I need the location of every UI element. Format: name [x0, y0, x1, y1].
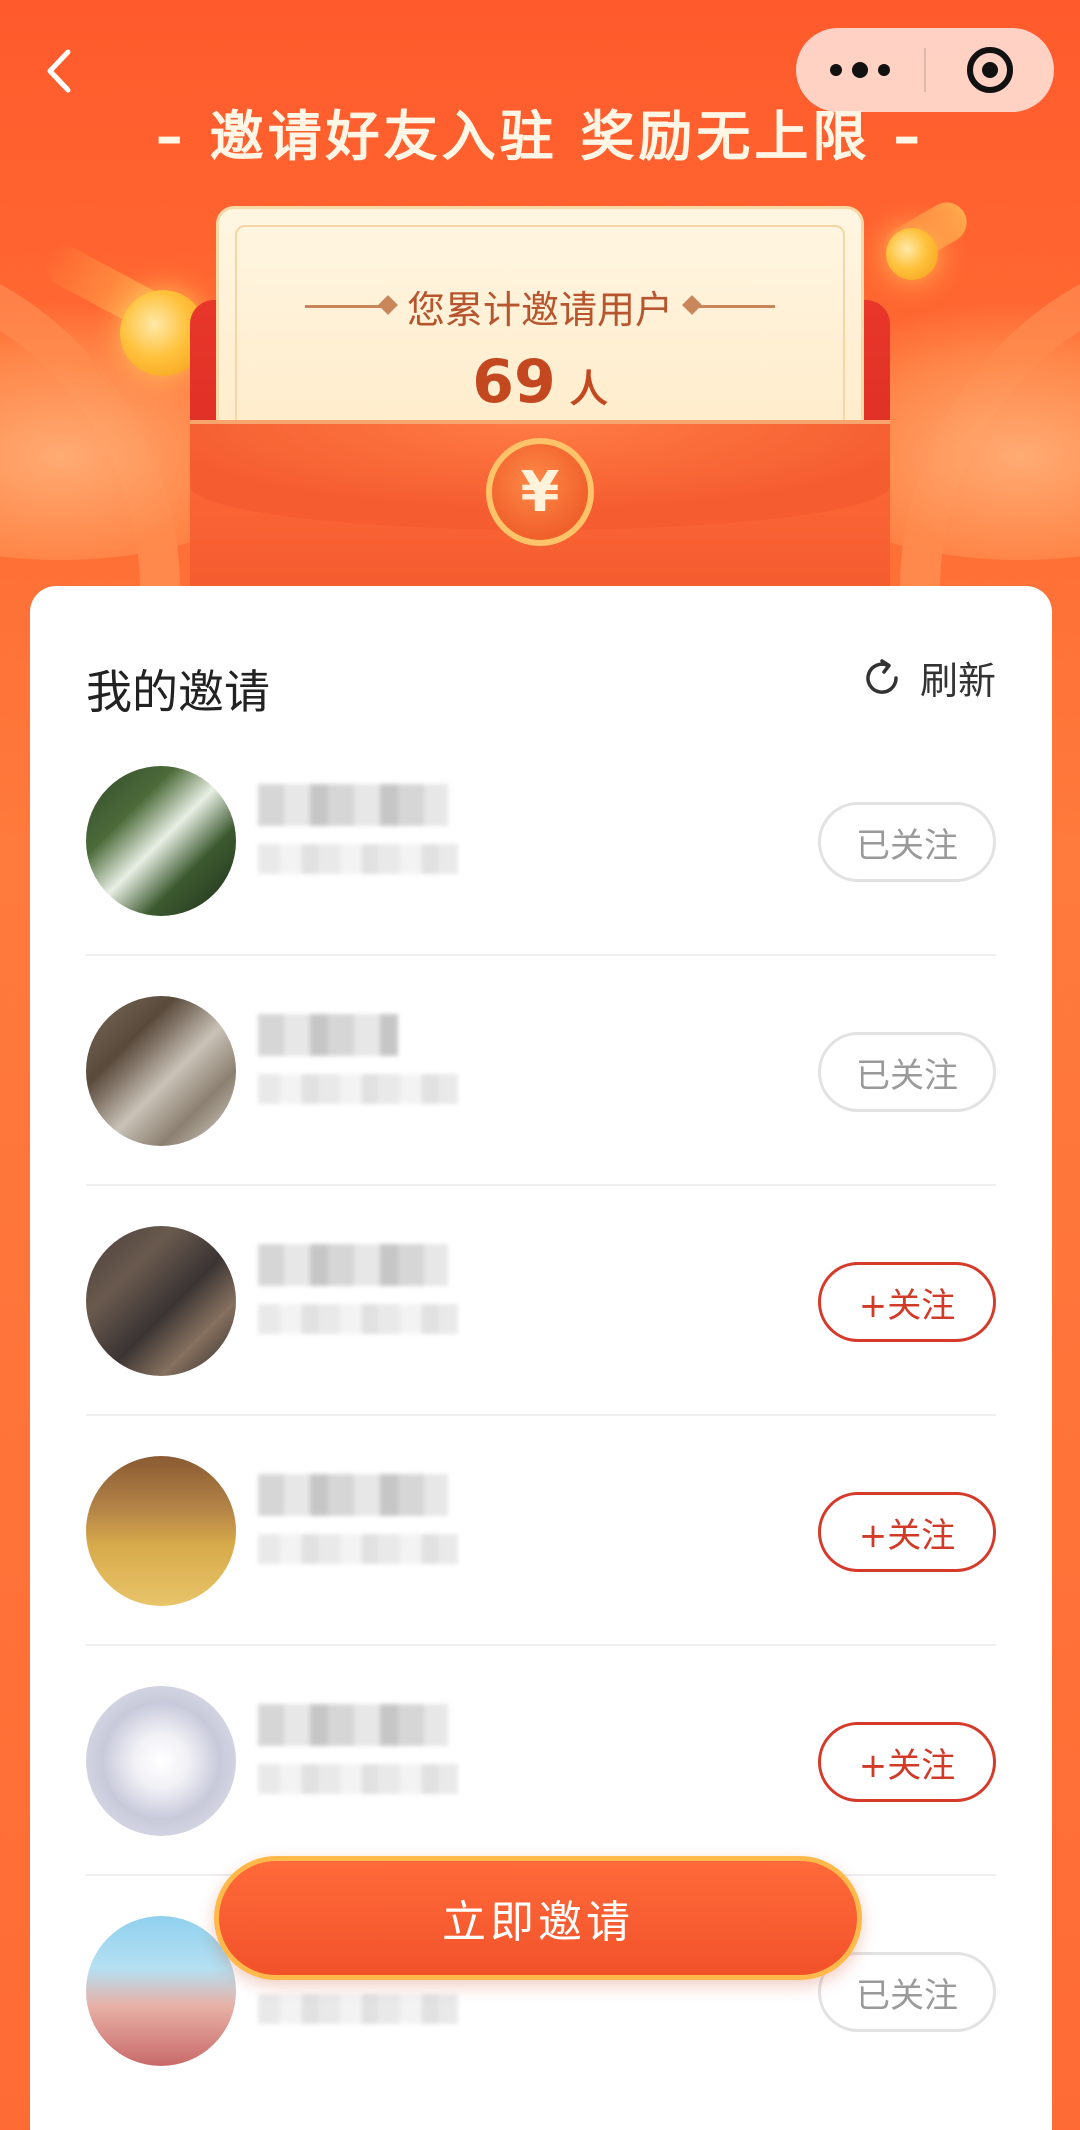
avatar[interactable]: [86, 1916, 236, 2066]
invite-count: 69: [472, 347, 556, 417]
follow-button[interactable]: +关注: [818, 1492, 996, 1572]
follow-button[interactable]: +关注: [818, 1722, 996, 1802]
refresh-button[interactable]: 刷新: [860, 650, 996, 705]
more-dots-icon: [830, 64, 842, 76]
followed-button[interactable]: 已关注: [818, 1032, 996, 1112]
blurred-name: [258, 784, 448, 826]
blurred-subtitle: [258, 1304, 458, 1334]
blurred-subtitle: [258, 844, 458, 874]
blurred-name: [258, 1014, 398, 1056]
invite-total: 69 人: [219, 347, 861, 417]
list-item: 已关注: [86, 726, 996, 956]
invite-total-label: 您累计邀请用户: [406, 288, 673, 332]
followed-button[interactable]: 已关注: [818, 802, 996, 882]
list-item: +关注: [86, 1186, 996, 1416]
followed-button[interactable]: 已关注: [818, 1952, 996, 2032]
ornament-line-icon: [304, 305, 385, 308]
target-circle-icon: [967, 47, 1013, 93]
blurred-subtitle: [258, 1074, 458, 1104]
avatar[interactable]: [86, 1226, 236, 1376]
invite-now-button[interactable]: 立即邀请: [214, 1856, 862, 1980]
invite-count-unit: 人: [569, 367, 608, 411]
list-item: +关注: [86, 1646, 996, 1876]
section-title: 我的邀请: [86, 665, 270, 719]
yen-coin-icon: ¥: [486, 438, 594, 546]
list-item: 已关注: [86, 956, 996, 1186]
back-chevron-icon: [47, 49, 71, 93]
blurred-subtitle: [258, 1994, 458, 2024]
refresh-icon: [866, 658, 898, 694]
blurred-name: [258, 1704, 448, 1746]
page-headline: – 邀请好友入驻 奖励无上限 –: [155, 105, 925, 168]
ornament-line-icon: [695, 305, 775, 308]
blurred-subtitle: [258, 1534, 458, 1564]
back-button[interactable]: [40, 46, 80, 96]
list-item: +关注: [86, 1416, 996, 1646]
refresh-label: 刷新: [919, 659, 996, 703]
avatar[interactable]: [86, 766, 236, 916]
avatar[interactable]: [86, 1456, 236, 1606]
blurred-subtitle: [258, 1764, 458, 1794]
avatar[interactable]: [86, 1686, 236, 1836]
follow-button[interactable]: +关注: [818, 1262, 996, 1342]
blurred-name: [258, 1244, 448, 1286]
blurred-name: [258, 1474, 448, 1516]
avatar[interactable]: [86, 996, 236, 1146]
gold-coin-icon: [886, 228, 938, 280]
